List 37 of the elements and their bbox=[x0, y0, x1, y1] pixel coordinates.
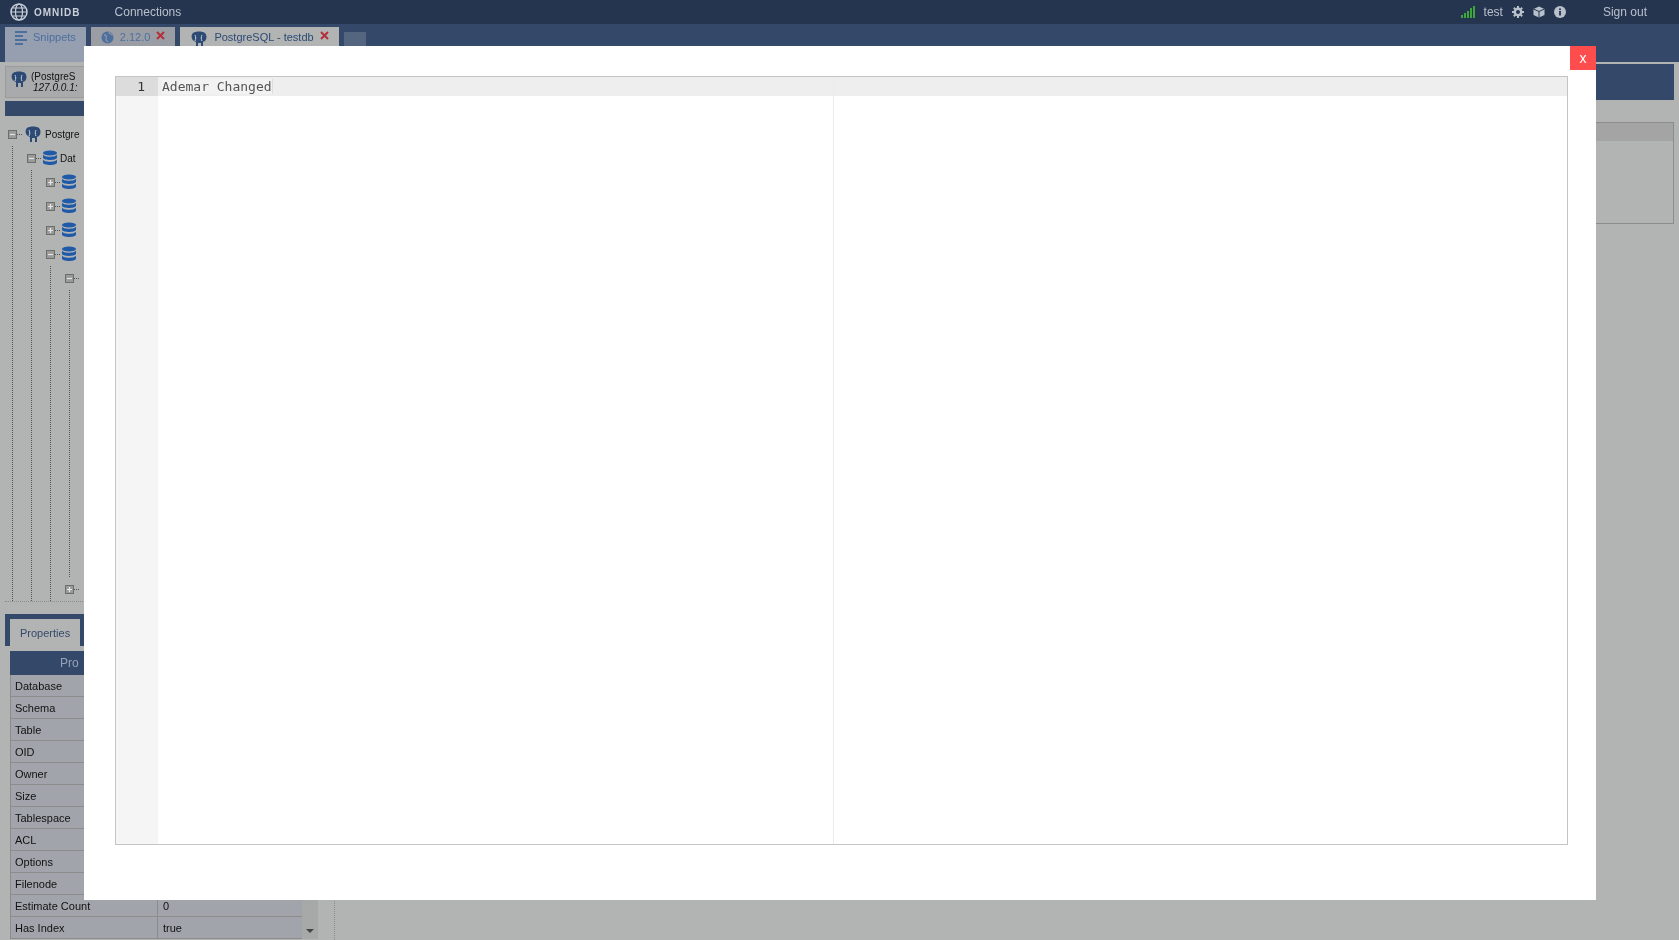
tree-item[interactable]: Postgre bbox=[45, 128, 80, 140]
caret-icon bbox=[306, 929, 314, 934]
elephant-icon bbox=[190, 31, 209, 47]
close-icon[interactable] bbox=[156, 31, 166, 40]
user-name: test bbox=[1483, 5, 1503, 19]
property-name: Has Index bbox=[10, 917, 158, 940]
settings-icon[interactable] bbox=[1511, 6, 1524, 18]
sign-out-link[interactable]: Sign out bbox=[1602, 5, 1647, 19]
expand-toggle[interactable] bbox=[46, 201, 55, 211]
expand-toggle[interactable] bbox=[46, 177, 55, 187]
collapse-toggle[interactable] bbox=[65, 273, 74, 283]
logo: OMNIDB bbox=[34, 6, 81, 18]
property-value: true bbox=[158, 917, 304, 940]
collapse-toggle[interactable] bbox=[8, 129, 17, 139]
lines-icon bbox=[15, 31, 27, 45]
elephant-icon bbox=[24, 126, 42, 143]
tree-item[interactable]: Dat bbox=[60, 152, 76, 164]
expand-toggle[interactable] bbox=[46, 225, 55, 235]
close-icon[interactable] bbox=[319, 31, 329, 40]
globe-icon bbox=[100, 31, 114, 44]
signal-icon bbox=[1460, 6, 1475, 18]
menu-link[interactable]: Connections bbox=[114, 5, 182, 19]
globe-icon bbox=[10, 3, 28, 21]
elephant-icon bbox=[10, 71, 28, 87]
database-icon bbox=[62, 198, 76, 215]
database-icon bbox=[62, 174, 76, 191]
line-number: 1 bbox=[116, 77, 158, 96]
database-icon bbox=[43, 150, 57, 167]
database-icon bbox=[62, 222, 76, 239]
collapse-toggle[interactable] bbox=[46, 249, 55, 259]
code-editor[interactable]: 1 Ademar Changed bbox=[115, 76, 1568, 845]
tab[interactable]: Properties bbox=[10, 619, 81, 647]
info-icon[interactable] bbox=[1553, 6, 1566, 18]
expand-toggle[interactable] bbox=[65, 584, 74, 594]
database-icon bbox=[62, 246, 76, 263]
cube-icon[interactable] bbox=[1532, 6, 1545, 18]
collapse-toggle[interactable] bbox=[27, 153, 36, 163]
